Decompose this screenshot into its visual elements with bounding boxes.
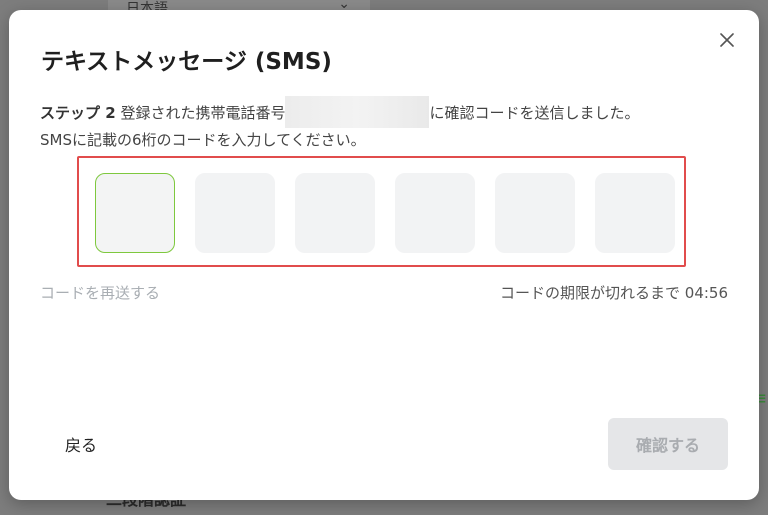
close-button[interactable] (715, 28, 739, 52)
code-digit-3[interactable] (295, 173, 375, 253)
code-digit-1[interactable] (95, 173, 175, 253)
code-digit-2[interactable] (195, 173, 275, 253)
resend-code-link[interactable]: コードを再送する (40, 282, 160, 303)
code-digit-4[interactable] (395, 173, 475, 253)
description-text-2: に確認コードを送信しました。 (429, 104, 640, 122)
dialog-description: ステップ 2 登録された携帯電話番号 に確認コードを送信しました。 SMSに記載の… (40, 96, 740, 153)
description-text: 登録された携帯電話番号 (115, 104, 286, 122)
close-icon (720, 33, 734, 47)
redacted-phone-number (285, 96, 430, 128)
sms-verification-dialog: テキストメッセージ (SMS) ステップ 2 登録された携帯電話番号 に確認コード… (9, 10, 759, 500)
code-expiry-timer: コードの期限が切れるまで 04:56 (500, 284, 728, 302)
code-input-group (95, 173, 675, 253)
description-line-2: SMSに記載の6桁のコードを入力してください。 (40, 131, 366, 149)
code-input-highlight (77, 156, 686, 267)
confirm-button[interactable]: 確認する (608, 418, 728, 470)
code-digit-6[interactable] (595, 173, 675, 253)
step-label: ステップ 2 (40, 104, 116, 122)
dialog-title: テキストメッセージ (SMS) (41, 49, 332, 75)
back-button[interactable]: 戻る (65, 432, 97, 456)
code-digit-5[interactable] (495, 173, 575, 253)
